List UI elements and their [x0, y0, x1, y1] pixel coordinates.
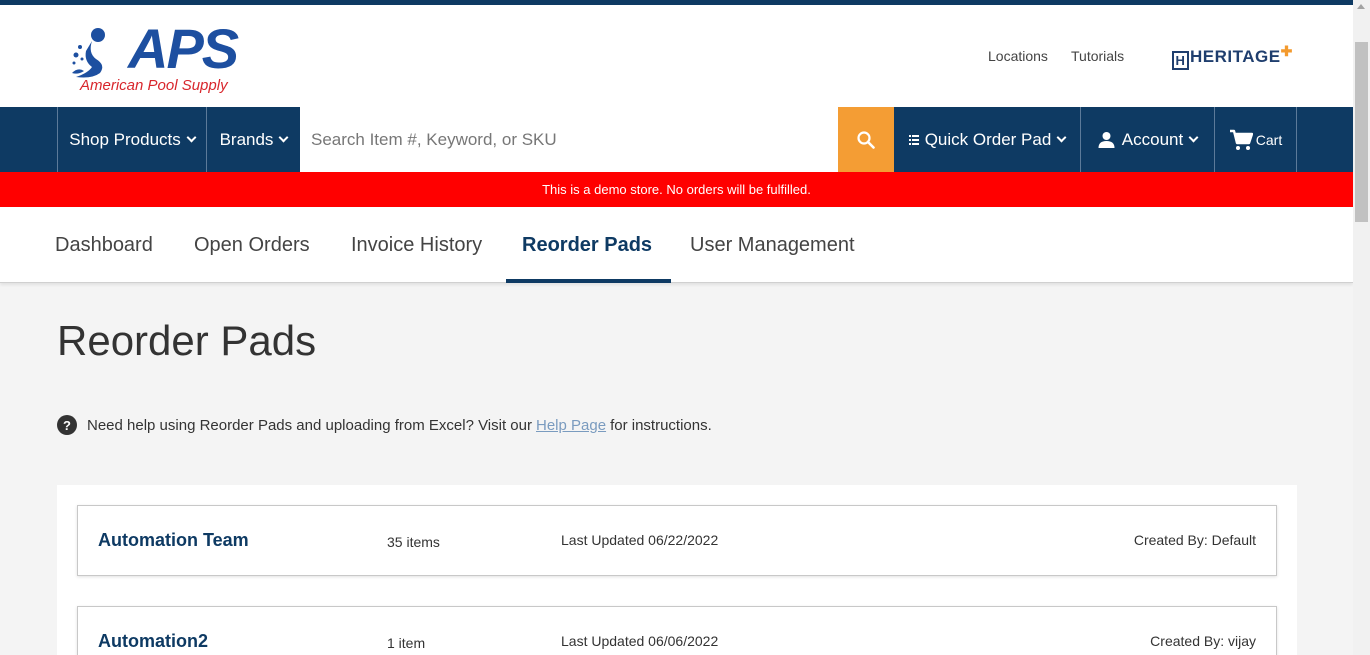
pad-name[interactable]: Automation2 [98, 631, 208, 652]
help-text-prefix: Need help using Reorder Pads and uploadi… [87, 416, 532, 434]
list-icon [908, 134, 919, 145]
main-nav: Shop Products Brands Quick Order Pad Acc… [0, 107, 1353, 172]
cart-icon [1229, 129, 1253, 150]
search-input[interactable] [300, 107, 838, 172]
tab-user-management[interactable]: User Management [690, 207, 855, 283]
active-tab-indicator [506, 279, 671, 283]
account-label: Account [1121, 129, 1184, 149]
tab-open-orders[interactable]: Open Orders [194, 207, 310, 283]
pad-item-count: 35 items [387, 534, 440, 550]
pad-last-updated: Last Updated 06/06/2022 [561, 633, 719, 649]
shop-products-menu[interactable]: Shop Products [57, 107, 207, 172]
brands-label: Brands [219, 129, 274, 149]
cart-button[interactable]: Cart [1214, 107, 1297, 172]
chevron-down-icon [1056, 132, 1067, 143]
account-menu[interactable]: Account [1080, 107, 1214, 172]
tab-invoice-history[interactable]: Invoice History [351, 207, 482, 283]
reorder-pad-card[interactable]: Automation2 1 item Last Updated 06/06/20… [77, 606, 1277, 655]
heritage-logo[interactable]: H HERITAGE✚ [1172, 43, 1293, 70]
heritage-h-icon: H [1172, 51, 1189, 70]
pad-created-by: Created By: Default [1133, 532, 1256, 548]
demo-banner-text: This is a demo store. No orders will be … [542, 182, 811, 197]
cart-label: Cart [1255, 131, 1283, 148]
page-scrollbar[interactable] [1353, 0, 1370, 655]
mermaid-logo-icon [72, 28, 105, 78]
heritage-logo-text: HERITAGE [1190, 47, 1281, 66]
quick-order-pad-menu[interactable]: Quick Order Pad [894, 107, 1080, 172]
scroll-up-arrow-icon[interactable] [1357, 4, 1365, 9]
search-button[interactable] [838, 107, 894, 172]
pad-last-updated: Last Updated 06/22/2022 [561, 532, 719, 548]
reorder-pads-list: Automation Team 35 items Last Updated 06… [57, 485, 1297, 655]
site-header: APS American Pool Supply Locations Tutor… [0, 5, 1353, 107]
plus-icon: ✚ [1280, 43, 1293, 59]
chevron-down-icon [278, 132, 289, 143]
help-notice: ? Need help using Reorder Pads and uploa… [57, 414, 712, 436]
question-circle-icon: ? [57, 415, 77, 435]
locations-link[interactable]: Locations [988, 48, 1048, 64]
brands-menu[interactable]: Brands [207, 107, 300, 172]
tab-dashboard[interactable]: Dashboard [55, 207, 153, 283]
quick-order-pad-label: Quick Order Pad [924, 129, 1052, 149]
page-title: Reorder Pads [57, 317, 317, 364]
chevron-down-icon [1188, 132, 1199, 143]
logo-subtitle: American Pool Supply [80, 77, 228, 94]
logo-aps-text: APS [128, 17, 239, 80]
help-page-link[interactable]: Help Page [536, 417, 606, 434]
shop-products-label: Shop Products [69, 129, 181, 149]
tab-reorder-pads[interactable]: Reorder Pads [522, 207, 652, 283]
pad-name[interactable]: Automation Team [98, 530, 249, 551]
scroll-thumb[interactable] [1355, 42, 1368, 222]
account-tabs: Dashboard Open Orders Invoice History Re… [0, 207, 1353, 283]
chevron-down-icon [186, 132, 197, 143]
person-icon [1098, 132, 1115, 148]
help-text-suffix: for instructions. [610, 416, 712, 434]
reorder-pad-card[interactable]: Automation Team 35 items Last Updated 06… [77, 505, 1277, 576]
search-icon [857, 130, 875, 149]
pad-created-by: Created By: vijay [1150, 633, 1256, 649]
demo-store-banner: This is a demo store. No orders will be … [0, 172, 1353, 207]
aps-logo[interactable]: APS American Pool Supply [70, 21, 250, 101]
tutorials-link[interactable]: Tutorials [1071, 48, 1124, 64]
pad-item-count: 1 item [387, 635, 426, 651]
